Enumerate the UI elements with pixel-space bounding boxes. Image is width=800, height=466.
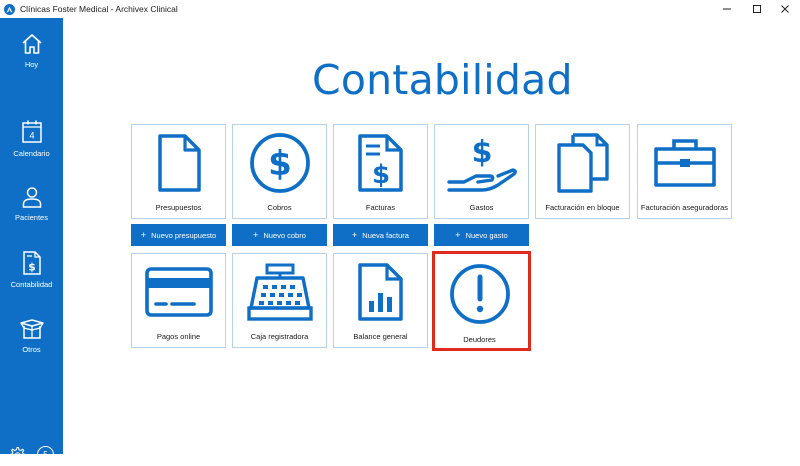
sidebar-footer: 5 — [0, 444, 63, 466]
sidebar-item-label: Contabilidad — [10, 280, 53, 289]
sidebar-item-label: Calendario — [13, 149, 50, 158]
plus-icon: + — [352, 230, 358, 240]
hand-dollar-icon: $ — [446, 135, 517, 192]
new-presupuesto-button[interactable]: + Nuevo presupuesto — [131, 224, 226, 246]
sidebar-item-pacientes[interactable]: Pacientes — [0, 185, 63, 222]
svg-text:$: $ — [471, 135, 492, 170]
tile-facturacion-en-bloque[interactable]: Facturación en bloque — [535, 124, 630, 219]
calendar-icon: 4 — [21, 120, 42, 143]
tile-label: Pagos online — [156, 332, 201, 341]
sidebar-item-label: Pacientes — [15, 213, 48, 222]
notification-badge[interactable]: 5 — [37, 446, 54, 463]
person-icon — [22, 187, 41, 208]
tile-label: Caja registradora — [250, 332, 309, 341]
invoice-dollar-icon: $ — [357, 134, 403, 192]
new-gasto-button[interactable]: + Nuevo gasto — [434, 224, 529, 246]
document-chart-icon — [357, 263, 403, 321]
home-icon — [21, 34, 42, 54]
documents-stack-icon — [556, 133, 609, 193]
svg-text:$: $ — [28, 261, 36, 274]
sidebar-item-label: Otros — [22, 345, 41, 354]
svg-text:$: $ — [268, 144, 292, 184]
app-logo-icon — [4, 3, 15, 15]
tile-gastos[interactable]: $ Gastos — [434, 124, 529, 219]
close-button[interactable] — [770, 0, 800, 18]
tile-balance-general[interactable]: Balance general — [333, 253, 428, 348]
tile-label: Gastos — [469, 203, 494, 212]
page-title: Contabilidad — [312, 56, 573, 104]
title-bar: Clínicas Foster Medical - Archivex Clini… — [0, 0, 800, 18]
plus-icon: + — [140, 230, 147, 240]
calendar-day: 4 — [29, 131, 34, 141]
tile-label: Presupuestos — [155, 203, 202, 212]
tile-label: Deudores — [463, 335, 496, 344]
svg-text:$: $ — [371, 160, 389, 190]
new-cobro-button[interactable]: + Nuevo cobro — [232, 224, 327, 246]
tile-label: Balance general — [353, 332, 408, 341]
sidebar-item-label: Hoy — [24, 60, 39, 69]
sidebar-item-otros[interactable]: Otros — [0, 317, 63, 354]
sidebar-item-hoy[interactable]: Hoy — [0, 32, 63, 69]
briefcase-icon — [653, 139, 716, 187]
tile-presupuestos[interactable]: Presupuestos — [131, 124, 226, 219]
exclamation-circle-icon — [449, 264, 510, 324]
maximize-icon — [753, 5, 761, 13]
tile-pagos-online[interactable]: Pagos online — [131, 253, 226, 348]
tile-facturacion-aseguradoras[interactable]: Facturación aseguradoras — [637, 124, 732, 219]
tile-label: Facturación aseguradoras — [640, 203, 729, 212]
close-icon — [781, 5, 789, 13]
minimize-button[interactable] — [712, 0, 742, 18]
sidebar-item-calendario[interactable]: 4 Calendario — [0, 119, 63, 158]
invoice-dollar-icon: $ — [22, 251, 41, 275]
plus-icon: + — [253, 230, 259, 240]
tile-cobros[interactable]: $ Cobros — [232, 124, 327, 219]
credit-card-icon — [144, 267, 213, 317]
window-title: Clínicas Foster Medical - Archivex Clini… — [20, 4, 178, 14]
tile-label: Cobros — [267, 203, 292, 212]
tile-facturas[interactable]: $ Facturas — [333, 124, 428, 219]
tile-label: Facturación en bloque — [545, 203, 620, 212]
gear-icon[interactable] — [8, 446, 26, 464]
document-icon — [157, 134, 201, 192]
box-icon — [19, 319, 44, 339]
maximize-button[interactable] — [742, 0, 772, 18]
tile-label: Facturas — [365, 203, 396, 212]
cash-register-icon — [246, 263, 313, 321]
tile-deudores[interactable]: Deudores — [432, 251, 531, 351]
minimize-icon — [723, 8, 731, 10]
tile-caja-registradora[interactable]: Caja registradora — [232, 253, 327, 348]
new-factura-button[interactable]: + Nueva factura — [333, 224, 428, 246]
plus-icon: + — [455, 230, 461, 240]
dollar-circle-icon: $ — [249, 133, 310, 193]
sidebar: Hoy 4 Calendario Pacientes $ Contabilida… — [0, 18, 63, 464]
sidebar-item-contabilidad[interactable]: $ Contabilidad — [0, 250, 63, 289]
